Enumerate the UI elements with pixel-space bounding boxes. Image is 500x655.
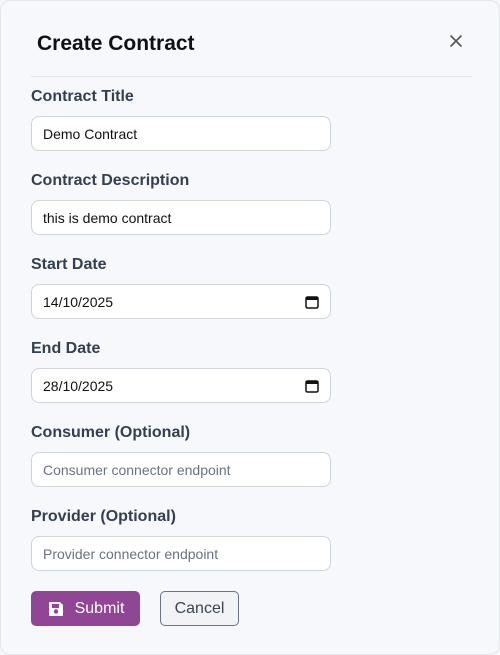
end-date-value: 28/10/2025 [43, 377, 114, 394]
cancel-label: Cancel [174, 599, 225, 617]
contract-title-label: Contract Title [31, 88, 134, 105]
contract-description-field[interactable]: this is demo contract [31, 200, 331, 235]
contract-description-label: Contract Description [31, 172, 190, 189]
close-icon [450, 35, 462, 47]
calendar-icon[interactable] [305, 379, 319, 393]
header-divider [31, 76, 472, 77]
calendar-icon[interactable] [305, 295, 319, 309]
end-date-label: End Date [31, 340, 101, 357]
submit-label: Submit [74, 599, 125, 617]
close-button[interactable] [445, 30, 467, 52]
start-date-field[interactable]: 14/10/2025 [31, 284, 331, 319]
consumer-label: Consumer (Optional) [31, 424, 191, 441]
modal-title: Create Contract [37, 32, 195, 55]
provider-field[interactable] [31, 536, 331, 571]
end-date-field[interactable]: 28/10/2025 [31, 368, 331, 403]
submit-button[interactable]: Submit [31, 591, 140, 626]
contract-title-value: Demo Contract [43, 125, 138, 142]
contract-title-field[interactable]: Demo Contract [31, 116, 331, 151]
consumer-input[interactable] [43, 461, 319, 478]
cancel-button[interactable]: Cancel [160, 591, 239, 626]
start-date-value: 14/10/2025 [43, 293, 114, 310]
provider-input[interactable] [43, 545, 319, 562]
start-date-label: Start Date [31, 256, 107, 273]
provider-label: Provider (Optional) [31, 508, 176, 525]
create-contract-modal: Create Contract Contract Title Demo Cont… [0, 0, 500, 655]
contract-description-value: this is demo contract [43, 209, 172, 226]
consumer-field[interactable] [31, 452, 331, 487]
save-icon [48, 601, 63, 616]
